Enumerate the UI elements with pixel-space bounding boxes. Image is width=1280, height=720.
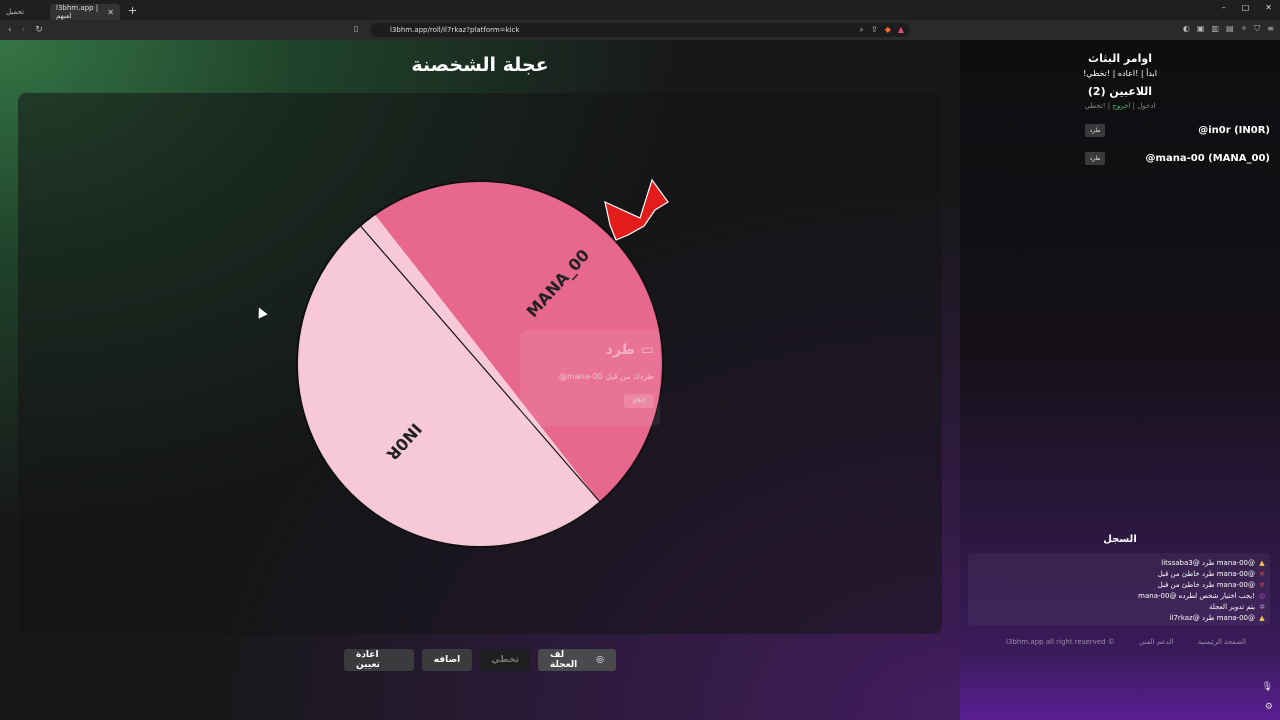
player-name: @in0r (IN0R) [1198, 124, 1270, 136]
kick-player-button[interactable]: طرد [1085, 151, 1105, 165]
reload-icon[interactable]: ↻ [35, 25, 43, 35]
log-entry: طرد خاطئ من قبل mana-00@ ✕ [1157, 580, 1265, 589]
skip-command: !تخطي [1084, 102, 1106, 110]
ai-icon[interactable]: ✧ [1241, 24, 1248, 34]
log-entry: il7rkaz@ طرد mana-00@ ▲ [1169, 613, 1265, 622]
log-entry: litssaba3@ طرد mana-00@ ▲ [1161, 558, 1265, 567]
rewards-icon[interactable]: ▲ [898, 25, 904, 35]
spin-button[interactable]: لف العجلة ◎ [538, 649, 616, 671]
new-tab-button[interactable]: + [128, 4, 137, 17]
back-icon[interactable]: ‹ [8, 25, 12, 35]
stream-commands: !ابدأ | !اعاده | !تخطي [1083, 69, 1157, 78]
player-row: طرد @mana-00 (MANA_00) [1085, 151, 1270, 165]
activity-log: litssaba3@ طرد mana-00@ ▲ طرد خاطئ من قبل… [968, 553, 1270, 625]
browser-tab-active[interactable]: l3bhm.app | لعبهم ✕ [50, 4, 120, 20]
share-icon[interactable]: ⇪ [871, 25, 878, 35]
menu-icon[interactable]: ≡ [1267, 24, 1274, 34]
cross-icon: ✕ [1259, 569, 1265, 578]
window-controls: – □ ✕ [1222, 3, 1272, 12]
enter-command: ادخول [1137, 102, 1156, 110]
stream-commands-title: اوامر البثاث [1088, 52, 1152, 65]
players-title: اللاعبين (2) [1087, 85, 1153, 98]
forward-icon[interactable]: › [22, 25, 26, 35]
extension-icon[interactable]: ◐ [1183, 24, 1190, 34]
sidebar-icon[interactable]: ▥ [1211, 24, 1219, 34]
wheel-controls: اعادة تعيين اضافه تخطي لف العجلة ◎ [0, 649, 960, 671]
nav-buttons: ‹ › ↻ [8, 25, 43, 35]
exit-command: اخروج [1112, 102, 1131, 110]
lightning-pointer-icon [604, 178, 669, 241]
log-entry: طرد خاطئ من قبل mana-00@ ✕ [1157, 569, 1265, 578]
maximize-button[interactable]: □ [1242, 3, 1250, 12]
settings-icon[interactable]: ⚙ [1265, 702, 1273, 712]
address-bar[interactable]: l3bhm.app/roll/il7rkaz?platform=kick ⌕ ⇪… [370, 23, 910, 37]
player-actions: ادخول | اخروج | !تخطي [1084, 102, 1156, 110]
main-area: عجلة الشخصنة MANA_00 IN0R طرد ▭ @mana-00… [0, 40, 960, 720]
player-row: طرد @in0r (IN0R) [1085, 123, 1270, 137]
url-icons: ⌕ ⇪ ◆ ▲ [860, 25, 905, 35]
laptop-icon: ▭ [640, 342, 654, 358]
tabs-icon[interactable]: ▤ [1226, 24, 1234, 34]
warning-icon: ▲ [1259, 613, 1265, 622]
footer-support-link[interactable]: الدعم الفني [1139, 638, 1173, 646]
brave-shield-icon[interactable]: ◆ [885, 25, 891, 35]
cross-icon: ✕ [1259, 580, 1265, 589]
browser-tab[interactable]: تحمیل [0, 4, 50, 20]
kick-player-button[interactable]: طرد [1085, 123, 1105, 137]
skip-button[interactable]: تخطي [480, 649, 530, 671]
close-tab-icon[interactable]: ✕ [107, 8, 114, 17]
zoom-icon[interactable]: ⌕ [860, 25, 864, 35]
kick-popup-title: طرد ▭ [605, 342, 654, 358]
log-title: السجل [1103, 534, 1137, 545]
browser-tab-bar: تحمیل l3bhm.app | لعبهم ✕ + – □ ✕ [0, 0, 1280, 20]
add-button[interactable]: اضافه [422, 649, 472, 671]
tab-title: تحمیل [6, 8, 24, 16]
warning-icon: ▲ [1259, 558, 1265, 567]
page-content: عجلة الشخصنة MANA_00 IN0R طرد ▭ @mana-00… [0, 40, 1280, 720]
log-entry: يتم تدوير العجلة ✲ [1208, 602, 1265, 611]
reset-button[interactable]: اعادة تعيين [344, 649, 414, 671]
url-text: l3bhm.app/roll/il7rkaz?platform=kick [390, 26, 520, 34]
footer: l3bhm.app all right reserved © الدعم الف… [1006, 638, 1246, 646]
wallet-icon[interactable]: ▣ [1197, 24, 1205, 34]
player-name: @mana-00 (MANA_00) [1145, 152, 1270, 164]
target-icon: ◎ [1258, 591, 1266, 600]
footer-rights: l3bhm.app all right reserved © [1006, 638, 1115, 646]
tab-title: l3bhm.app | لعبهم [56, 4, 99, 20]
bookmark-icon[interactable]: ▯ [354, 24, 358, 33]
spin-icon: ◎ [596, 655, 604, 665]
minimize-button[interactable]: – [1222, 3, 1226, 12]
microphone-icon[interactable]: 🎙 [1262, 682, 1273, 692]
close-popup-button[interactable]: اغلاق [624, 394, 654, 408]
wheel[interactable]: MANA_00 IN0R [0, 40, 960, 640]
close-window-button[interactable]: ✕ [1265, 3, 1272, 12]
kick-popup-message: @mana-00 طردك من قبل [559, 372, 654, 381]
footer-home-link[interactable]: الصفحة الرئيسية [1198, 638, 1246, 646]
vpn-icon[interactable]: ⛉ [1254, 24, 1260, 34]
log-entry: mana-00@ يجب اختيار شخص لطرده! ◎ [1138, 591, 1266, 600]
kick-popup: طرد ▭ @mana-00 طردك من قبل اغلاق [520, 330, 660, 426]
extension-icons: ◐ ▣ ▥ ▤ ✧ ⛉ ≡ [1183, 24, 1274, 34]
gear-icon: ✲ [1259, 602, 1265, 611]
browser-toolbar: ‹ › ↻ ▯ l3bhm.app/roll/il7rkaz?platform=… [0, 20, 1280, 40]
